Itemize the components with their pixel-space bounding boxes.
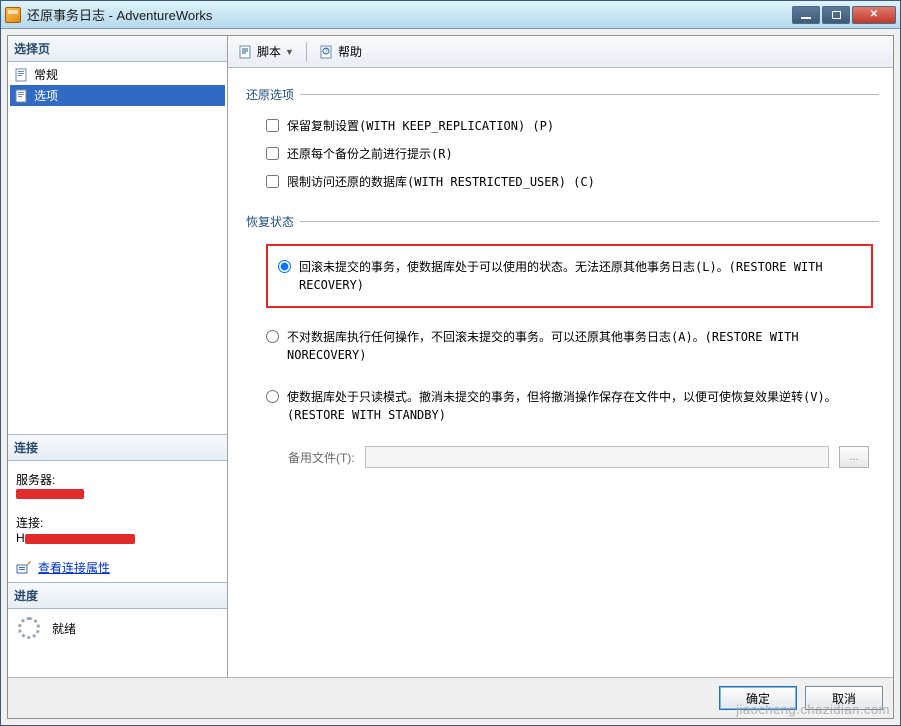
main-split: 选择页 常规 选项 bbox=[8, 36, 893, 677]
server-label: 服务器: bbox=[16, 471, 219, 488]
cancel-button[interactable]: 取消 bbox=[805, 686, 883, 710]
standby-file-input bbox=[365, 446, 829, 468]
left-panel: 选择页 常规 选项 bbox=[8, 36, 228, 677]
window-title: 还原事务日志 - AdventureWorks bbox=[27, 5, 212, 24]
restrict-access-label: 限制访问还原的数据库(WITH RESTRICTED_USER) (C) bbox=[287, 173, 595, 191]
connection-section: 连接 服务器: 连接: H 查看连接属性 bbox=[8, 434, 227, 582]
close-button[interactable]: ✕ bbox=[852, 6, 896, 24]
nav-item-general[interactable]: 常规 bbox=[10, 64, 225, 85]
highlighted-option: 回滚未提交的事务，使数据库处于可以使用的状态。无法还原其他事务日志(L)。(RE… bbox=[266, 244, 873, 308]
with-standby-label: 使数据库处于只读模式。撤消未提交的事务，但将撤消操作保存在文件中，以便可使恢复效… bbox=[287, 388, 873, 424]
minimize-button[interactable] bbox=[792, 6, 820, 24]
recovery-radio-row[interactable]: 回滚未提交的事务，使数据库处于可以使用的状态。无法还原其他事务日志(L)。(RE… bbox=[278, 258, 861, 294]
progress-section: 进度 就绪 bbox=[8, 582, 227, 677]
connection-label: 连接: bbox=[16, 514, 219, 531]
page-icon bbox=[14, 67, 30, 83]
with-recovery-label: 回滚未提交的事务，使数据库处于可以使用的状态。无法还原其他事务日志(L)。(RE… bbox=[299, 258, 861, 294]
content-frame: 选择页 常规 选项 bbox=[7, 35, 894, 719]
restore-options-legend: 还原选项 bbox=[246, 86, 300, 103]
keep-replication-checkbox[interactable] bbox=[266, 119, 279, 132]
help-label: 帮助 bbox=[338, 43, 362, 60]
with-recovery-radio[interactable] bbox=[278, 260, 291, 273]
nav-item-label: 常规 bbox=[34, 66, 58, 83]
progress-spinner-icon bbox=[18, 617, 40, 639]
standby-file-label: 备用文件(T): bbox=[288, 449, 355, 466]
standby-radio-row[interactable]: 使数据库处于只读模式。撤消未提交的事务，但将撤消操作保存在文件中，以便可使恢复效… bbox=[266, 388, 873, 424]
view-connection-properties-link[interactable]: 查看连接属性 bbox=[38, 559, 110, 576]
dialog-footer: 确定 取消 bbox=[8, 677, 893, 718]
connection-header: 连接 bbox=[8, 435, 227, 461]
maximize-button[interactable] bbox=[822, 6, 850, 24]
prompt-before-label: 还原每个备份之前进行提示(R) bbox=[287, 145, 453, 163]
window-controls: ✕ bbox=[792, 6, 896, 24]
keep-replication-label: 保留复制设置(WITH KEEP_REPLICATION) (P) bbox=[287, 117, 554, 135]
nav-item-options[interactable]: 选项 bbox=[10, 85, 225, 106]
recovery-state-fieldset: 恢复状态 回滚未提交的事务，使数据库处于可以使用的状态。无法还原其他事务日志(L… bbox=[246, 213, 879, 468]
restrict-access-checkbox-row[interactable]: 限制访问还原的数据库(WITH RESTRICTED_USER) (C) bbox=[266, 173, 873, 191]
nav-list: 常规 选项 bbox=[8, 62, 227, 108]
restrict-access-checkbox[interactable] bbox=[266, 175, 279, 188]
dialog-window: 还原事务日志 - AdventureWorks ✕ 选择页 常规 bbox=[0, 0, 901, 726]
nav-item-label: 选项 bbox=[34, 87, 58, 104]
script-label: 脚本 bbox=[257, 43, 281, 60]
help-icon: ? bbox=[319, 44, 335, 60]
script-button[interactable]: 脚本 ▼ bbox=[234, 41, 298, 62]
server-value-redacted bbox=[16, 489, 84, 499]
progress-header: 进度 bbox=[8, 583, 227, 609]
script-icon bbox=[238, 44, 254, 60]
select-page-header: 选择页 bbox=[8, 36, 227, 62]
dropdown-arrow-icon: ▼ bbox=[285, 47, 294, 57]
prompt-before-checkbox[interactable] bbox=[266, 147, 279, 160]
progress-status: 就绪 bbox=[52, 620, 76, 637]
with-standby-radio[interactable] bbox=[266, 390, 279, 403]
standby-file-row: 备用文件(T): ... bbox=[288, 446, 869, 468]
restore-options-fieldset: 还原选项 保留复制设置(WITH KEEP_REPLICATION) (P) 还… bbox=[246, 86, 879, 191]
norecovery-radio-row[interactable]: 不对数据库执行任何操作，不回滚未提交的事务。可以还原其他事务日志(A)。(RES… bbox=[266, 328, 873, 364]
connection-value-redacted bbox=[25, 534, 135, 544]
keep-replication-checkbox-row[interactable]: 保留复制设置(WITH KEEP_REPLICATION) (P) bbox=[266, 117, 873, 135]
toolbar: 脚本 ▼ ? 帮助 bbox=[228, 36, 893, 68]
with-norecovery-radio[interactable] bbox=[266, 330, 279, 343]
toolbar-separator bbox=[306, 42, 307, 62]
app-database-icon bbox=[5, 7, 21, 23]
recovery-state-legend: 恢复状态 bbox=[246, 213, 300, 230]
prompt-before-checkbox-row[interactable]: 还原每个备份之前进行提示(R) bbox=[266, 145, 873, 163]
ok-button[interactable]: 确定 bbox=[719, 686, 797, 710]
with-norecovery-label: 不对数据库执行任何操作，不回滚未提交的事务。可以还原其他事务日志(A)。(RES… bbox=[287, 328, 873, 364]
browse-button: ... bbox=[839, 446, 869, 468]
form-area: 还原选项 保留复制设置(WITH KEEP_REPLICATION) (P) 还… bbox=[228, 68, 893, 677]
connection-properties-icon bbox=[16, 560, 32, 576]
help-button[interactable]: ? 帮助 bbox=[315, 41, 366, 62]
titlebar[interactable]: 还原事务日志 - AdventureWorks ✕ bbox=[1, 1, 900, 29]
right-panel: 脚本 ▼ ? 帮助 还原选项 bbox=[228, 36, 893, 677]
page-icon bbox=[14, 88, 30, 104]
